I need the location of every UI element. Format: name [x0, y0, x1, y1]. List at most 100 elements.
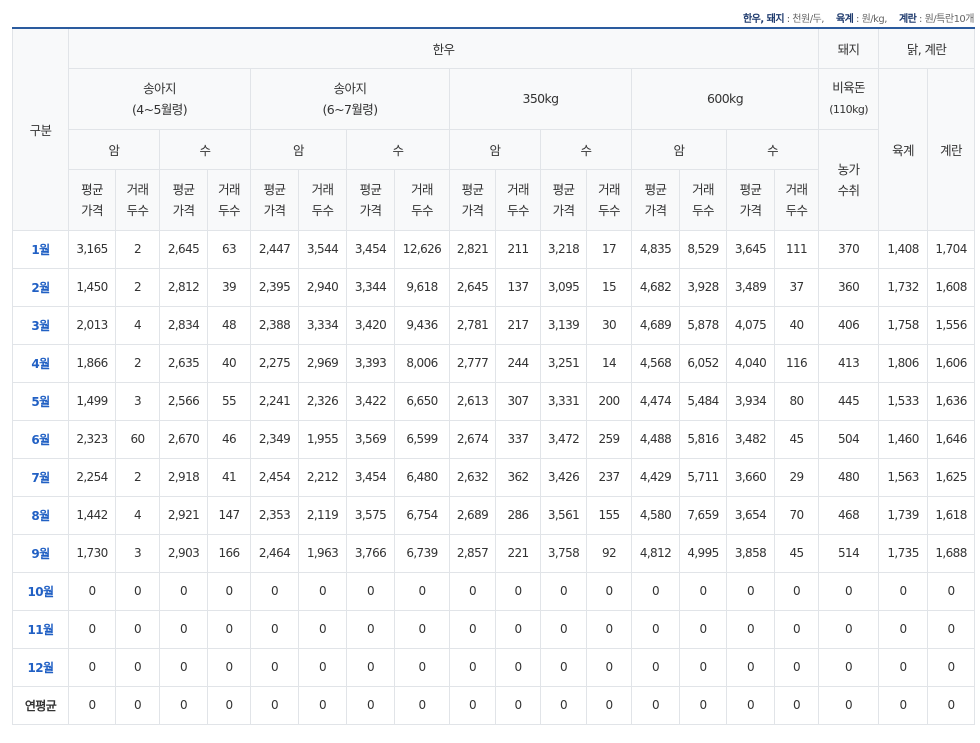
table-cell: 259 [586, 419, 632, 459]
table-cell: 3,758 [540, 533, 587, 573]
table-cell: 0 [250, 571, 299, 611]
table-cell: 0 [68, 647, 116, 687]
table-cell: 2,812 [159, 267, 208, 307]
header-price: 평균 가격 [68, 168, 116, 231]
unit-broiler-value: : 원/kg, [853, 14, 887, 25]
table-cell: 1,499 [68, 381, 116, 421]
table-cell: 0 [818, 609, 880, 649]
header-female: 암 [449, 128, 541, 170]
table-cell: 6,650 [394, 381, 450, 421]
table-cell: 0 [495, 647, 541, 687]
header-count-line2: 두수 [598, 202, 620, 218]
table-cell: 0 [298, 609, 347, 649]
table-cell: 2,645 [449, 267, 496, 307]
table-cell: 0 [540, 609, 587, 649]
table-row: 8월 1,442 4 2,921 147 2,353 2,119 3,575 6,754 2,68… [12, 495, 976, 535]
table-cell: 1,704 [927, 229, 976, 269]
header-count-line1: 거래 [411, 181, 433, 197]
row-label: 12월 [12, 647, 69, 687]
table-cell: 4 [115, 305, 160, 345]
table-cell: 111 [773, 229, 820, 269]
table-cell: 0 [159, 571, 208, 611]
header-price-line1: 평균 [644, 181, 667, 197]
header-calf-6-7: 송아지 (6~7월령) [250, 67, 450, 130]
header-price-line2: 가격 [739, 202, 762, 218]
table-cell: 4,580 [631, 495, 680, 535]
header-count: 거래 두수 [207, 168, 251, 231]
table-cell: 3,393 [346, 343, 395, 383]
header-price-line2: 가격 [552, 202, 575, 218]
row-label: 1월 [12, 229, 69, 269]
table-cell: 3,482 [726, 419, 775, 459]
table-cell: 147 [207, 495, 251, 535]
header-count-line1: 거래 [218, 181, 240, 197]
table-cell: 307 [495, 381, 541, 421]
table-cell: 2 [115, 267, 160, 307]
table-cell: 37 [773, 267, 820, 307]
unit-legend: 한우, 돼지 : 천원/두, 육계 : 원/kg, 계란 : 원/특란10개 [743, 10, 975, 25]
table-cell: 0 [346, 571, 395, 611]
table-cell: 0 [115, 609, 160, 649]
header-calf-6-7-line1: 송아지 [333, 80, 367, 96]
table-cell: 1,563 [878, 457, 929, 497]
table-cell: 0 [394, 685, 450, 725]
header-price-line1: 평균 [552, 181, 575, 197]
table-cell: 2,613 [449, 381, 496, 421]
table-cell: 1,442 [68, 495, 116, 535]
header-chicken-egg: 닭, 계란 [878, 27, 976, 69]
header-female: 암 [631, 128, 727, 170]
row-label: 6월 [12, 419, 69, 459]
table-cell: 1,646 [927, 419, 976, 459]
table-cell: 0 [586, 647, 632, 687]
table-cell: 0 [818, 685, 880, 725]
table-cell: 0 [449, 571, 496, 611]
table-cell: 3,165 [68, 229, 116, 269]
table-cell: 2,326 [298, 381, 347, 421]
table-cell: 0 [726, 571, 775, 611]
table-cell: 92 [586, 533, 632, 573]
table-cell: 45 [773, 533, 820, 573]
table-cell: 80 [773, 381, 820, 421]
table-cell: 2,447 [250, 229, 299, 269]
table-cell: 2,323 [68, 419, 116, 459]
table-cell: 3,454 [346, 457, 395, 497]
table-cell: 2,395 [250, 267, 299, 307]
header-price: 평균 가격 [250, 168, 299, 231]
table-cell: 1,636 [927, 381, 976, 421]
table-cell: 0 [449, 647, 496, 687]
table-cell: 211 [495, 229, 541, 269]
table-cell: 0 [68, 609, 116, 649]
header-count-line1: 거래 [126, 181, 149, 197]
header-male: 수 [346, 128, 450, 170]
table-cell: 413 [818, 343, 880, 383]
table-cell: 2,645 [159, 229, 208, 269]
table-cell: 29 [773, 457, 820, 497]
table-cell: 0 [250, 609, 299, 649]
table-cell: 55 [207, 381, 251, 421]
header-price: 평균 가격 [159, 168, 208, 231]
header-category: 구분 [12, 27, 69, 231]
table-cell: 0 [927, 571, 976, 611]
table-cell: 0 [586, 571, 632, 611]
table-row: 9월 1,730 3 2,903 166 2,464 1,963 3,766 6,739 2,85… [12, 533, 976, 573]
table-cell: 2,969 [298, 343, 347, 383]
table-cell: 6,599 [394, 419, 450, 459]
table-cell: 2,349 [250, 419, 299, 459]
table-cell: 4,812 [631, 533, 680, 573]
table-cell: 0 [68, 685, 116, 725]
table-cell: 0 [68, 571, 116, 611]
header-count-line2: 두수 [411, 202, 433, 218]
table-cell: 1,533 [878, 381, 929, 421]
table-cell: 3,489 [726, 267, 775, 307]
table-cell: 17 [586, 229, 632, 269]
header-count-line2: 두수 [126, 202, 149, 218]
header-price: 평균 가격 [449, 168, 496, 231]
table-cell: 0 [495, 571, 541, 611]
header-count-line1: 거래 [311, 181, 334, 197]
header-price-line1: 평균 [172, 181, 195, 197]
table-cell: 12,626 [394, 229, 450, 269]
table-cell: 0 [631, 571, 680, 611]
table-cell: 30 [586, 305, 632, 345]
table-cell: 406 [818, 305, 880, 345]
unit-broiler-label: 육계 [835, 14, 854, 25]
